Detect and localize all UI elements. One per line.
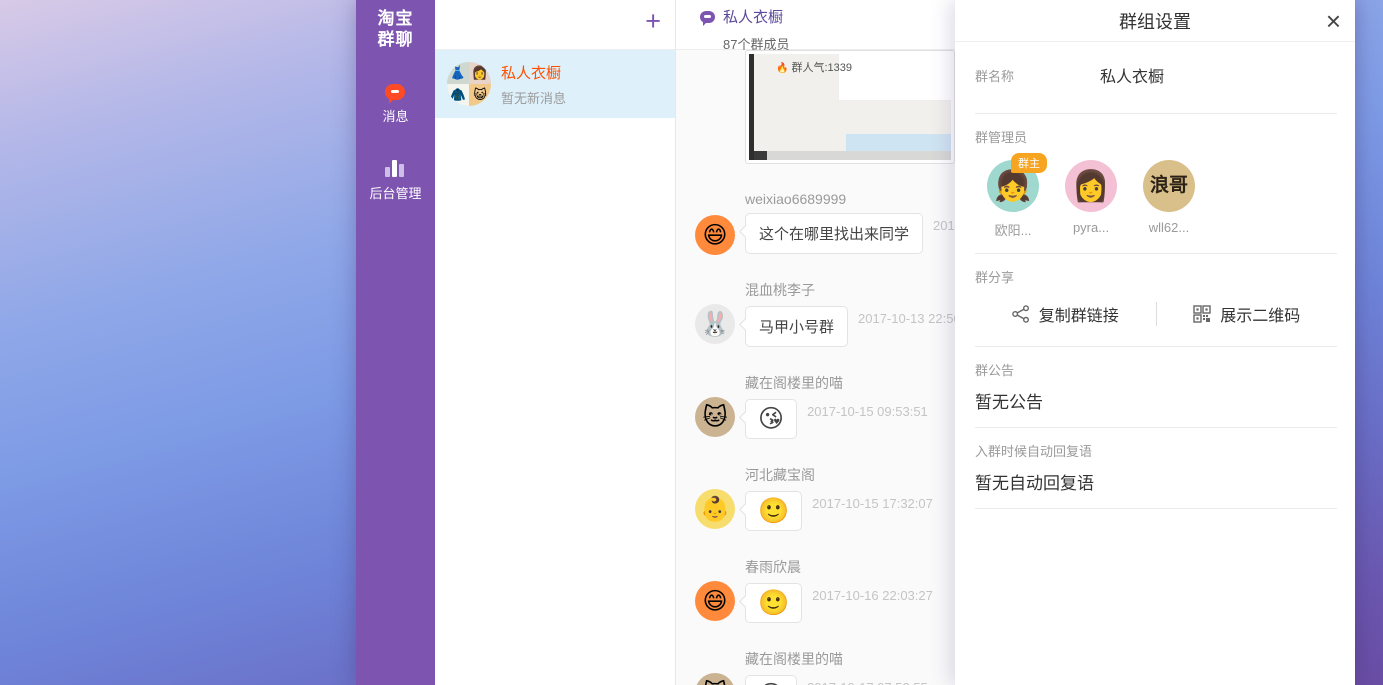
message-timestamp: 2017-10-15 09:53:51 xyxy=(807,404,928,419)
close-icon[interactable]: × xyxy=(1326,2,1341,40)
admin-name: pyra... xyxy=(1063,220,1119,235)
share-label: 群分享 xyxy=(975,267,1337,286)
message-bubble: 马甲小号群 xyxy=(745,306,848,347)
admin-name: wll62... xyxy=(1141,220,1197,235)
chat-bubble-icon xyxy=(700,11,715,23)
message-username: 河北藏宝阁 xyxy=(745,465,955,485)
popularity-badge: 🔥群人气:1339 xyxy=(776,59,852,75)
message-username: 藏在阁楼里的喵 xyxy=(745,649,955,669)
message-row: 🐱 藏在阁楼里的喵 😘 2017-10-17 07:53:55 xyxy=(676,649,955,685)
emoji-message-bubble: 😘 xyxy=(745,399,797,439)
admin-avatar: 👩 xyxy=(1065,160,1117,212)
admins-section: 群管理员 群主 👧 欧阳... 👩 pyra... 浪哥 wll62... xyxy=(975,114,1337,254)
share-icon xyxy=(1012,305,1030,323)
message-username: weixiao6689999 xyxy=(745,191,955,207)
emoji-message-bubble: 🙂 xyxy=(745,491,802,531)
image-message[interactable]: 🔥群人气:1339 xyxy=(745,50,955,164)
qr-code-icon xyxy=(1193,305,1211,323)
add-group-button[interactable]: + xyxy=(645,4,661,38)
admin-avatar: 浪哥 xyxy=(1143,160,1195,212)
message-row: 👶 河北藏宝阁 🙂 2017-10-15 17:32:07 xyxy=(676,465,955,531)
avatar[interactable]: 🐱 xyxy=(695,673,735,685)
avatar[interactable]: 😄 xyxy=(695,215,735,255)
admins-label: 群管理员 xyxy=(975,127,1337,146)
message-timestamp: 2017-10-15 17:32:07 xyxy=(812,496,933,511)
group-name-section: 群名称 私人衣橱 xyxy=(975,42,1337,114)
share-section: 群分享 复制群链接 xyxy=(975,254,1337,347)
avatar[interactable]: 🐰 xyxy=(695,304,735,344)
message-row: 😄 春雨欣晨 🙂 2017-10-16 22:03:27 xyxy=(676,557,955,623)
group-name-value: 私人衣橱 xyxy=(1100,63,1164,87)
sidebar-item-admin[interactable]: 后台管理 xyxy=(369,159,421,202)
message-timestamp: 2017-10-13 22:56:5 xyxy=(858,311,955,326)
admin-name: 欧阳... xyxy=(985,220,1041,239)
avatar[interactable]: 🐱 xyxy=(695,397,735,437)
copy-group-link-button[interactable]: 复制群链接 xyxy=(975,302,1156,326)
message-username: 藏在阁楼里的喵 xyxy=(745,373,955,393)
group-name: 私人衣橱 xyxy=(501,62,566,83)
chat-area: 私人衣橱 87个群成员 🔥群人气:1339 😄 weixiao6689999 xyxy=(676,0,955,685)
sidebar-item-messages[interactable]: 消息 xyxy=(382,84,408,125)
message-timestamp: 2017-10-17 07:53:55 xyxy=(807,680,928,685)
group-name-label: 群名称 xyxy=(975,66,1100,85)
logo-line2: 群聊 xyxy=(378,29,414,50)
panel-header: 群组设置 × xyxy=(955,0,1355,42)
message-bubble-icon xyxy=(385,84,405,100)
group-settings-panel: 群组设置 × 群名称 私人衣橱 群管理员 群主 👧 欧阳... 👩 pyra..… xyxy=(955,0,1355,685)
auto-reply-value: 暂无自动回复语 xyxy=(975,469,1337,494)
app-logo: 淘宝 群聊 xyxy=(378,8,414,50)
sidebar: 淘宝 群聊 消息 后台管理 xyxy=(356,0,435,685)
list-item-group[interactable]: 👗👩🧥😺 私人衣橱 暂无新消息 xyxy=(435,50,675,118)
admin-member[interactable]: 浪哥 wll62... xyxy=(1141,160,1197,239)
panel-title: 群组设置 xyxy=(1119,8,1191,34)
avatar[interactable]: 😄 xyxy=(695,581,735,621)
show-qr-code-label: 展示二维码 xyxy=(1220,302,1300,326)
message-username: 混血桃李子 xyxy=(745,280,955,300)
chat-title-row: 私人衣橱 xyxy=(700,6,955,27)
avatar[interactable]: 👶 xyxy=(695,489,735,529)
message-bubble: 这个在哪里找出来同学 xyxy=(745,213,923,254)
logo-line1: 淘宝 xyxy=(378,8,414,29)
show-qr-code-button[interactable]: 展示二维码 xyxy=(1156,302,1338,326)
message-username: 春雨欣晨 xyxy=(745,557,955,577)
emoji-message-bubble: 😘 xyxy=(745,675,797,685)
message-timestamp: 2017-1 xyxy=(933,218,955,233)
announcement-value: 暂无公告 xyxy=(975,388,1337,413)
emoji-message-bubble: 🙂 xyxy=(745,583,802,623)
message-list: 🔥群人气:1339 😄 weixiao6689999 这个在哪里找出来同学 20… xyxy=(676,50,955,685)
screenshot-thumbnail: 🔥群人气:1339 xyxy=(749,54,951,160)
group-avatar: 👗👩🧥😺 xyxy=(447,62,491,106)
chat-header: 私人衣橱 87个群成员 xyxy=(676,0,955,50)
message-row: 😄 weixiao6689999 这个在哪里找出来同学 2017-1 xyxy=(676,191,955,254)
announcement-label: 群公告 xyxy=(975,360,1337,379)
bar-chart-icon xyxy=(385,159,405,177)
copy-group-link-label: 复制群链接 xyxy=(1039,302,1119,326)
message-row: 🐰 混血桃李子 马甲小号群 2017-10-13 22:56:5 xyxy=(676,280,955,347)
flame-icon: 🔥 xyxy=(776,63,788,74)
chat-title: 私人衣橱 xyxy=(723,6,783,27)
admin-owner[interactable]: 群主 👧 欧阳... xyxy=(985,160,1041,239)
auto-reply-label: 入群时候自动回复语 xyxy=(975,441,1337,460)
chat-list: + 👗👩🧥😺 私人衣橱 暂无新消息 xyxy=(435,0,676,685)
app-window: 淘宝 群聊 消息 后台管理 + 👗👩🧥😺 私人衣橱 暂无新消息 xyxy=(356,0,1355,685)
group-last-message: 暂无新消息 xyxy=(501,88,566,107)
auto-reply-section: 入群时候自动回复语 暂无自动回复语 xyxy=(975,428,1337,509)
chat-list-header: + xyxy=(435,0,675,50)
message-timestamp: 2017-10-16 22:03:27 xyxy=(812,588,933,603)
sidebar-item-label: 后台管理 xyxy=(369,183,421,202)
admin-member[interactable]: 👩 pyra... xyxy=(1063,160,1119,239)
sidebar-item-label: 消息 xyxy=(382,106,408,125)
announcement-section: 群公告 暂无公告 xyxy=(975,347,1337,428)
message-row: 🐱 藏在阁楼里的喵 😘 2017-10-15 09:53:51 xyxy=(676,373,955,439)
owner-badge: 群主 xyxy=(1011,153,1047,173)
